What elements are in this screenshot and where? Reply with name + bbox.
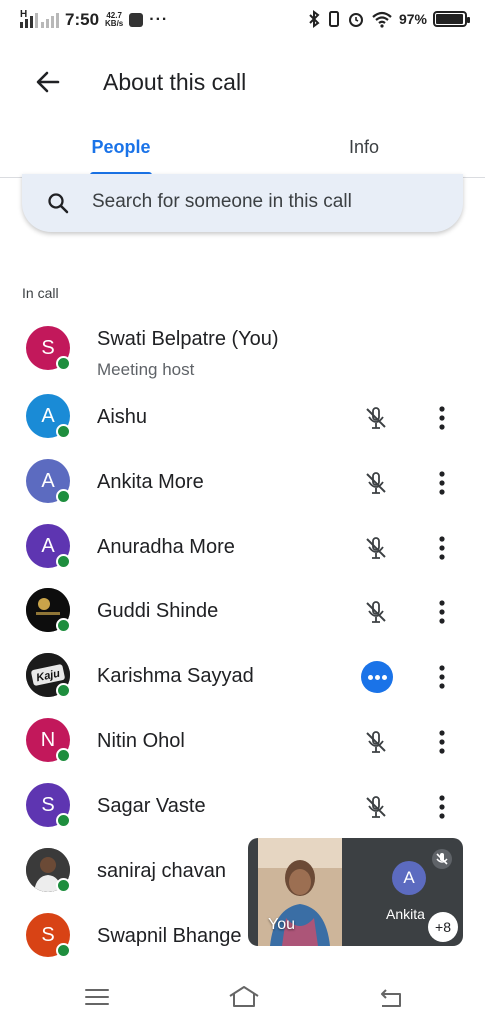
presence-dot <box>56 618 71 633</box>
participant-name: Swati Belpatre (You) <box>97 328 279 350</box>
presence-dot <box>56 943 71 958</box>
participant-row[interactable]: S Swati Belpatre (You) Meeting host <box>0 318 485 382</box>
menu-icon <box>85 989 109 1005</box>
participant-name: Aishu <box>97 406 148 428</box>
network-speed: 42.7 KB/s <box>105 12 123 28</box>
search-icon <box>48 193 69 214</box>
participant-row[interactable]: A Ankita More <box>0 451 485 515</box>
signal-icon-2 <box>41 12 59 28</box>
status-left: H 7:50 42.7 KB/s ··· <box>20 9 169 30</box>
tile-avatar: A <box>392 861 426 895</box>
presence-dot <box>56 554 71 569</box>
speaking-indicator-icon <box>361 661 393 693</box>
mic-off-icon <box>362 793 390 821</box>
participant-name: Karishma Sayyad <box>97 665 254 687</box>
participant-name: Ankita More <box>97 471 204 493</box>
participant-row[interactable]: Kaju Karishma Sayyad <box>0 645 485 709</box>
home-icon <box>229 986 259 1007</box>
mic-off-icon <box>362 469 390 497</box>
participant-role: Meeting host <box>97 360 195 379</box>
more-notifications: ··· <box>149 11 169 28</box>
participant-name: Swapnil Bhange <box>97 925 242 947</box>
wifi-icon <box>372 11 392 28</box>
more-options-button[interactable] <box>430 728 454 756</box>
bluetooth-icon <box>309 10 320 28</box>
more-options-button[interactable] <box>430 793 454 821</box>
mic-off-icon <box>362 728 390 756</box>
participant-name: Nitin Ohol <box>97 730 185 752</box>
presence-dot <box>56 489 71 504</box>
presence-dot <box>56 878 71 893</box>
system-nav-bar <box>0 972 485 1024</box>
participant-row[interactable]: A Anuradha More <box>0 516 485 580</box>
tab-info[interactable]: Info <box>243 122 485 178</box>
battery-percent: 97% <box>398 11 427 27</box>
clock: 7:50 <box>65 10 100 29</box>
self-label: You <box>268 916 295 933</box>
participant-name: Sagar Vaste <box>97 795 206 817</box>
mic-off-icon <box>362 534 390 562</box>
tile-mic-off-icon <box>432 849 452 869</box>
floating-call-tile[interactable]: You A Ankita +8 <box>248 838 463 946</box>
participant-row[interactable]: Guddi Shinde <box>0 580 485 644</box>
presence-dot <box>56 813 71 828</box>
participant-name: Guddi Shinde <box>97 600 219 622</box>
nav-home-button[interactable] <box>227 982 261 1012</box>
app-notification-icon <box>129 13 144 27</box>
presence-dot <box>56 424 71 439</box>
participant-row[interactable]: S Sagar Vaste <box>0 775 485 839</box>
presence-dot <box>56 356 71 371</box>
page-title: About this call <box>103 69 247 95</box>
mic-off-icon <box>362 404 390 432</box>
alarm-icon <box>348 13 363 27</box>
mic-off-icon <box>362 598 390 626</box>
battery-icon <box>433 11 470 27</box>
more-options-button[interactable] <box>430 534 454 562</box>
vibrate-icon <box>328 11 339 27</box>
battery-fill <box>436 14 464 24</box>
more-options-button[interactable] <box>430 663 454 691</box>
tab-people[interactable]: People <box>0 122 242 178</box>
presence-dot <box>56 748 71 763</box>
participant-name: saniraj chavan <box>97 860 226 882</box>
nav-menu-button[interactable] <box>82 982 112 1012</box>
status-bar: H 7:50 42.7 KB/s ··· 97% <box>0 0 485 44</box>
self-video: You <box>258 838 342 946</box>
more-options-button[interactable] <box>430 404 454 432</box>
nav-back-button[interactable] <box>376 982 406 1012</box>
more-options-button[interactable] <box>430 469 454 497</box>
section-label-in-call: In call <box>22 285 59 301</box>
search-input[interactable]: Search for someone in this call <box>22 174 463 232</box>
tile-name: Ankita <box>386 906 425 922</box>
presence-dot <box>56 683 71 698</box>
tile-more-count: +8 <box>428 912 458 942</box>
app-bar: About this call <box>0 52 485 112</box>
search-placeholder: Search for someone in this call <box>92 191 352 212</box>
tab-bar: People Info <box>0 122 485 178</box>
arrow-back-icon <box>36 71 60 93</box>
speed-unit: KB/s <box>105 19 124 28</box>
more-options-button[interactable] <box>430 598 454 626</box>
participant-name: Anuradha More <box>97 536 235 558</box>
participant-row[interactable]: N Nitin Ohol <box>0 710 485 774</box>
participant-row[interactable]: A Aishu <box>0 386 485 450</box>
back-button[interactable] <box>30 64 66 100</box>
network-type: H <box>20 9 28 20</box>
status-right: 97% <box>307 10 470 28</box>
back-icon <box>381 989 401 1007</box>
